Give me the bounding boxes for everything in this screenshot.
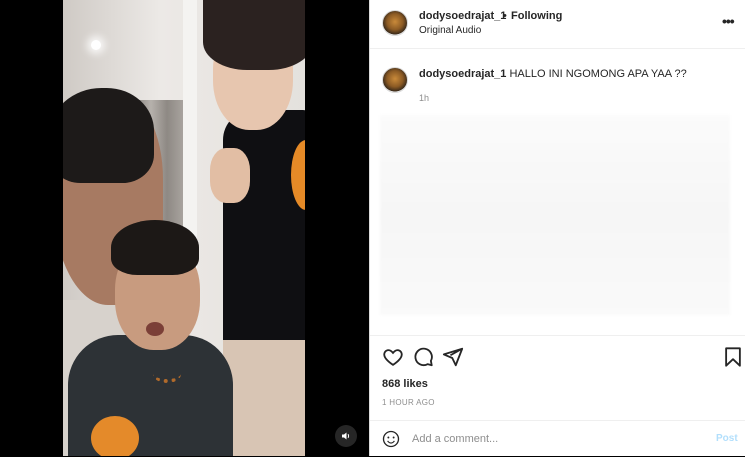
speaker-icon xyxy=(342,432,350,440)
video-girl-hand xyxy=(210,148,250,203)
audio-toggle-button[interactable] xyxy=(335,425,357,447)
video-kid-necklace xyxy=(153,365,181,383)
video-player[interactable] xyxy=(63,0,305,456)
comment-composer: Post xyxy=(370,420,745,457)
separator-dot: • xyxy=(503,10,507,22)
video-girl-shirt xyxy=(223,110,305,340)
following-button[interactable]: Following xyxy=(511,10,562,22)
video-man-hair xyxy=(63,88,154,183)
comment-input[interactable] xyxy=(412,431,672,447)
caption-text: HALLO INI NGOMONG APA YAA ?? xyxy=(509,68,687,80)
paper-plane-icon[interactable] xyxy=(442,346,464,368)
caption: dodysoedrajat_1 HALLO INI NGOMONG APA YA… xyxy=(419,68,687,80)
avatar[interactable] xyxy=(382,10,408,36)
heart-icon[interactable] xyxy=(382,346,404,368)
post-comment-button[interactable]: Post xyxy=(716,433,738,444)
caption-username[interactable]: dodysoedrajat_1 xyxy=(419,68,506,80)
username-link[interactable]: dodysoedrajat_1 xyxy=(419,10,506,22)
comments-area xyxy=(380,115,730,315)
audio-link[interactable]: Original Audio xyxy=(419,25,481,36)
action-bar xyxy=(370,335,745,376)
likes-count[interactable]: 868 likes xyxy=(382,378,428,390)
post-media[interactable] xyxy=(0,0,369,456)
post-timestamp: 1 HOUR AGO xyxy=(382,398,435,407)
video-girl-hair xyxy=(203,0,305,70)
more-options-icon[interactable]: ••• xyxy=(722,14,735,28)
post-details-panel: dodysoedrajat_1 • Following Original Aud… xyxy=(369,0,745,456)
post-header: dodysoedrajat_1 • Following Original Aud… xyxy=(370,0,745,49)
bookmark-icon[interactable] xyxy=(722,346,744,368)
video-orange-bottom xyxy=(91,416,139,456)
smiley-icon[interactable] xyxy=(382,430,400,448)
video-kid-hair xyxy=(111,220,199,275)
video-ceiling-light xyxy=(91,40,101,50)
caption-timestamp[interactable]: 1h xyxy=(419,93,429,103)
video-girl-pants xyxy=(223,320,305,456)
video-kid-mouth xyxy=(146,322,164,336)
caption-avatar[interactable] xyxy=(382,67,408,93)
comment-bubble-icon[interactable] xyxy=(412,346,434,368)
